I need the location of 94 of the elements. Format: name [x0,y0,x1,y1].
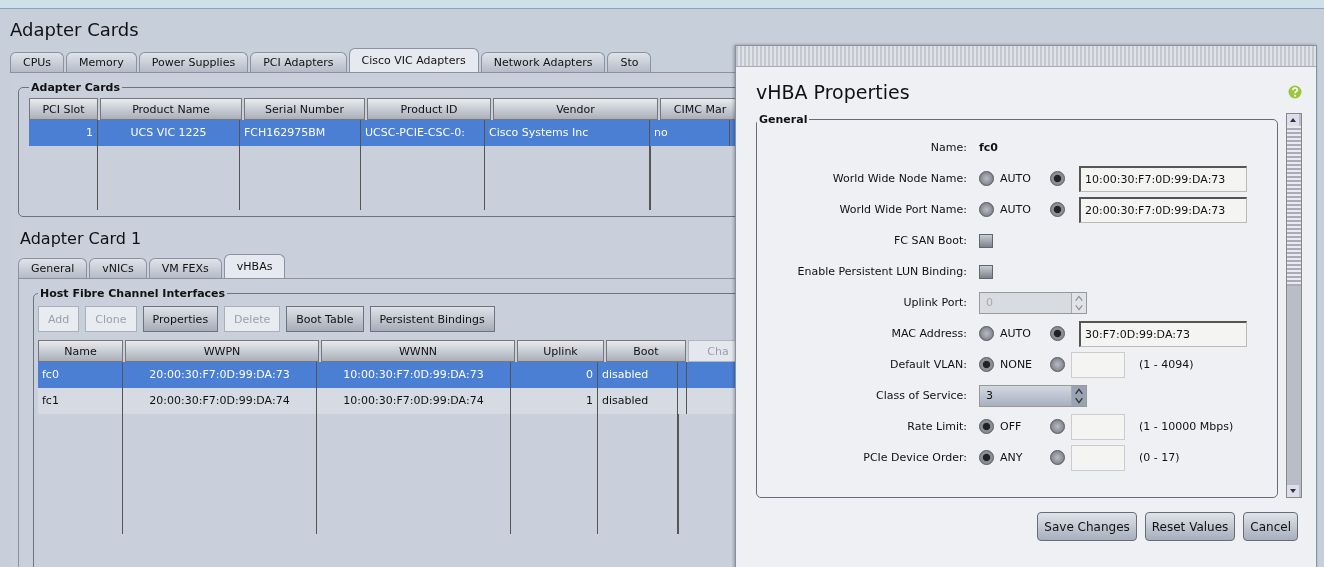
tab[interactable]: PCI Adapters [250,52,347,72]
table-cell: disabled [598,388,678,414]
range-hint: (1 - 4094) [1139,358,1194,371]
table-cell: 10:00:30:F7:0D:99:DA:74 [317,388,511,414]
table-row[interactable]: 1 UCS VIC 1225 FCH162975BM UCSC-PCIE-CSC-0: Cisco Systems Inc no [29,120,735,146]
column-header[interactable]: PCI Slot [29,98,98,120]
column-header[interactable]: Vendor [493,98,658,120]
table-cell: UCSC-PCIE-CSC-0: [361,120,485,146]
tab[interactable]: vNICs [89,258,147,278]
tab[interactable]: Cisco VIC Adapters [348,48,479,72]
toolbar-button[interactable]: Boot Table [286,306,364,332]
column-header[interactable]: Serial Number [244,98,365,120]
table-cell: fc1 [38,388,123,414]
toolbar-button[interactable]: Persistent Bindings [369,306,495,332]
tab[interactable]: Power Supplies [138,52,249,72]
field-label: Uplink Port: [902,296,968,309]
tab[interactable]: VM FEXs [148,258,222,278]
radio-label: AUTO [1000,203,1032,216]
dropdown-arrows-icon[interactable] [1071,385,1086,406]
radio-label: AUTO [1000,327,1032,340]
tab[interactable]: Memory [66,52,137,72]
panel-legend: Host Fibre Channel Interfaces [38,287,228,300]
dialog-button[interactable]: Reset Values [1144,512,1236,541]
field-value: fc0 [979,141,998,154]
table-row[interactable]: fc1 20:00:30:F7:0D:99:DA:74 10:00:30:F7:0D:99:DA:74 1 disabled [38,388,735,414]
tab[interactable]: vHBAs [223,254,286,278]
dialog-button[interactable]: Save Changes [1037,512,1137,541]
table-cell: 1 [511,388,598,414]
field-label: Default VLAN: [888,358,968,371]
table-cell: UCS VIC 1225 [98,120,240,146]
scrollbar[interactable] [1286,113,1302,498]
column-header[interactable]: Boot [606,340,686,362]
range-hint: (1 - 10000 Mbps) [1139,420,1234,433]
radio-button[interactable] [979,326,994,341]
dropdown[interactable]: 3 [979,384,1087,407]
page-title: Adapter Cards [10,18,140,42]
radio-label: AUTO [1000,172,1032,185]
table-cell: no [650,120,730,146]
radio-label: NONE [1000,358,1034,371]
field-label: PCIe Device Order: [862,451,968,464]
field-label: Class of Service: [875,389,968,402]
radio-button[interactable] [1050,419,1065,434]
table-cell: Cisco Systems Inc [485,120,650,146]
scroll-up-icon[interactable] [1287,114,1299,126]
table-row[interactable]: fc0 20:00:30:F7:0D:99:DA:73 10:00:30:F7:0D:99:DA:73 0 disabled [38,362,735,388]
column-header[interactable]: WWNN [321,340,515,362]
input-field[interactable]: 10:00:30:F7:0D:99:DA:73 [1079,165,1247,192]
input-field[interactable]: 20:00:30:F7:0D:99:DA:73 [1079,196,1247,223]
scroll-down-icon[interactable] [1287,485,1299,497]
radio-button[interactable] [1050,171,1065,186]
panel-legend: General [757,114,810,126]
field-label: Enable Persistent LUN Binding: [796,265,968,278]
input-field[interactable] [1071,413,1125,440]
tab[interactable]: Network Adapters [480,52,606,72]
field-label: Name: [929,141,968,154]
checkbox[interactable] [979,233,993,248]
field-label: FC SAN Boot: [893,234,968,247]
dialog-title: vHBA Properties [756,81,910,103]
radio-label: OFF [1000,420,1023,433]
radio-button[interactable] [979,202,994,217]
radio-button[interactable] [979,450,994,465]
column-header[interactable]: Uplink [517,340,604,362]
dialog-button[interactable]: Cancel [1243,512,1298,541]
input-field[interactable]: 30:F7:0D:99:DA:73 [1079,320,1247,347]
table-cell: FCH162975BM [240,120,361,146]
section-title: Adapter Card 1 [19,228,143,250]
column-header[interactable]: Name [38,340,123,362]
field-label: Rate Limit: [906,420,968,433]
input-field[interactable] [1071,444,1125,471]
column-header[interactable]: Product ID [367,98,491,120]
column-header[interactable]: WWPN [125,340,319,362]
tab[interactable]: CPUs [10,52,65,72]
radio-button[interactable] [979,171,994,186]
column-header[interactable]: Product Name [100,98,242,120]
field-label: World Wide Node Name: [831,172,968,185]
tab[interactable]: Sto [607,52,652,72]
radio-button[interactable] [1050,357,1065,372]
radio-button[interactable] [1050,450,1065,465]
toolbar-button[interactable]: Properties [142,306,219,332]
range-hint: (0 - 17) [1139,451,1180,464]
checkbox[interactable] [979,264,993,279]
input-field[interactable] [1071,351,1125,378]
field-label: MAC Address: [890,327,968,340]
table-cell: 20:00:30:F7:0D:99:DA:74 [123,388,317,414]
radio-button[interactable] [979,419,994,434]
radio-button[interactable] [979,357,994,372]
tab[interactable]: General [18,258,88,278]
field-label: World Wide Port Name: [838,203,968,216]
table-cell: 1 [29,120,98,146]
radio-label: ANY [1000,451,1024,464]
radio-button[interactable] [1050,202,1065,217]
column-header[interactable]: CIMC Mar [660,98,735,120]
radio-button[interactable] [1050,326,1065,341]
panel-legend: Adapter Cards [29,81,122,94]
